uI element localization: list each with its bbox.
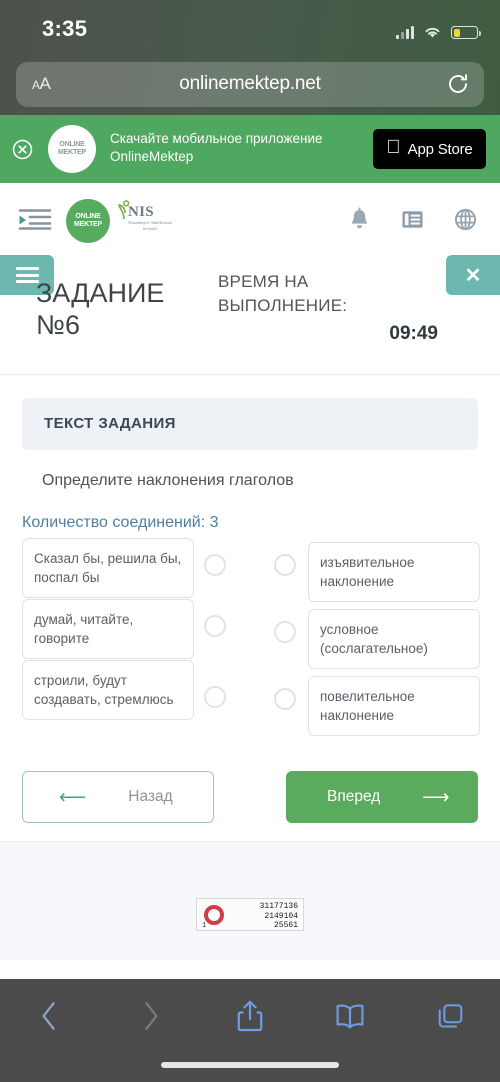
globe-icon[interactable] <box>453 207 478 232</box>
matching-area: Сказал бы, решила бы, поспал бы думай, ч… <box>0 538 500 753</box>
app-store-label: App Store <box>400 140 473 158</box>
task-text-card-header: ТЕКСТ ЗАДАНИЯ <box>44 415 176 432</box>
promo-text: Скачайте мобильное приложение OnlineMekt… <box>110 130 360 166</box>
phone-screen: 3:35 AA onlinemektep.net ONLINE MEKTEP С… <box>0 0 500 1082</box>
ios-top-chrome: 3:35 AA onlinemektep.net <box>0 0 500 115</box>
connector-radio[interactable] <box>204 686 226 708</box>
list-item[interactable]: изъявительное наклонение <box>308 542 480 602</box>
counter-index: 1 <box>202 922 207 930</box>
safari-toolbar-icons <box>0 993 500 1039</box>
onlinemektep-logo[interactable]: ONLINE MEKTEP <box>66 199 110 243</box>
connector-radio[interactable] <box>274 554 296 576</box>
arrow-left-icon: ⟵ <box>59 786 87 808</box>
task-header: ✕ ЗАДАНИЕ №6 ВРЕМЯ НА ВЫПОЛНЕНИЕ: 09:49 <box>0 255 500 375</box>
counter-numbers: 31177136 2149104 25561 <box>260 902 298 931</box>
forward-button[interactable]: Вперед ⟶ <box>286 771 478 823</box>
list-item[interactable]: строили, будут создавать, стремлюсь <box>22 660 194 720</box>
timer-value: 09:49 <box>389 323 438 344</box>
close-icon[interactable]: ✕ <box>446 255 500 295</box>
status-bar-clock: 3:35 <box>42 16 88 41</box>
battery-icon <box>451 26 481 39</box>
home-indicator <box>161 1062 339 1068</box>
wifi-icon <box>423 25 442 39</box>
connector-radio[interactable] <box>204 615 226 637</box>
list-item[interactable]: повелительное наклонение <box>308 676 480 736</box>
connections-count: Количество соединений: 3 <box>22 514 219 531</box>
app-promo-banner: ONLINE MEKTEP Скачайте мобильное приложе… <box>0 115 500 183</box>
counter-line1: 31177136 <box>259 902 298 911</box>
sidebar-toggle-icon[interactable] <box>18 207 52 231</box>
om-logo-line1: ONLINE <box>75 212 101 220</box>
red-ring-icon <box>204 905 224 925</box>
tabs-icon[interactable] <box>400 993 500 1039</box>
connector-radio[interactable] <box>274 688 296 710</box>
promo-logo-line1: ONLINE <box>59 141 85 148</box>
task-text-card: ТЕКСТ ЗАДАНИЯ <box>22 398 478 450</box>
list-item[interactable]: думай, читайте, говорите <box>22 599 194 659</box>
forward-button-label: Вперед <box>327 788 381 805</box>
list-icon[interactable] <box>400 207 425 232</box>
url-text[interactable]: onlinemektep.net <box>16 73 484 95</box>
timer-label: ВРЕМЯ НА ВЫПОЛНЕНИЕ: <box>218 272 348 315</box>
site-header: ONLINE MEKTEP NIS Nazarbayev Intellectua… <box>0 183 500 255</box>
cellular-signal-icon <box>396 26 414 39</box>
chevron-right-icon[interactable] <box>100 993 200 1039</box>
connector-radio[interactable] <box>274 621 296 643</box>
page-title: ЗАДАНИЕ №6 <box>36 278 165 340</box>
connector-radio[interactable] <box>204 554 226 576</box>
back-button-label: Назад <box>128 788 173 805</box>
bell-icon[interactable] <box>347 207 372 232</box>
visitor-counter: 1 31177136 2149104 25561 <box>196 898 304 931</box>
task-prompt: Определите наклонения глаголов <box>42 472 294 489</box>
arrow-right-icon: ⟶ <box>422 786 450 808</box>
promo-text-line2: OnlineMektep <box>110 149 194 164</box>
om-logo-line2: MEKTEP <box>74 221 102 228</box>
header-icon-group <box>347 207 478 232</box>
app-store-button[interactable]:  App Store <box>373 129 486 169</box>
status-bar-icons <box>396 19 481 39</box>
list-item[interactable]: Сказал бы, решила бы, поспал бы <box>22 538 194 598</box>
list-item[interactable]: условное (сослагательное) <box>308 609 480 669</box>
reload-icon[interactable] <box>446 72 470 96</box>
back-button[interactable]: ⟵ Назад <box>22 771 214 823</box>
status-bar: 3:35 <box>0 0 500 58</box>
close-circle-icon[interactable] <box>12 139 33 160</box>
task-content: ТЕКСТ ЗАДАНИЯ Определите наклонения глаг… <box>0 376 500 841</box>
apple-icon:  <box>386 138 400 157</box>
nis-logo[interactable]: NIS Nazarbayev Intellectual Schools <box>114 198 176 244</box>
counter-line3: 25561 <box>273 921 298 931</box>
navigation-row: ⟵ Назад Вперед ⟶ <box>0 771 500 823</box>
share-icon[interactable] <box>200 993 300 1039</box>
book-icon[interactable] <box>300 993 400 1039</box>
nis-logo-subtext: Nazarbayev Intellectual Schools <box>128 220 172 231</box>
promo-text-line1: Скачайте мобильное приложение <box>110 131 323 146</box>
promo-logo-line2: MEKTEP <box>58 149 86 156</box>
onlinemektep-logo-promo: ONLINE MEKTEP <box>48 125 96 173</box>
address-bar[interactable]: AA onlinemektep.net <box>16 62 484 107</box>
nis-logo-text: NIS <box>128 204 154 220</box>
safari-toolbar <box>0 979 500 1082</box>
counter-line2: 2149104 <box>264 911 298 921</box>
chevron-left-icon[interactable] <box>0 993 100 1039</box>
page-footer: 1 31177136 2149104 25561 <box>0 841 500 960</box>
